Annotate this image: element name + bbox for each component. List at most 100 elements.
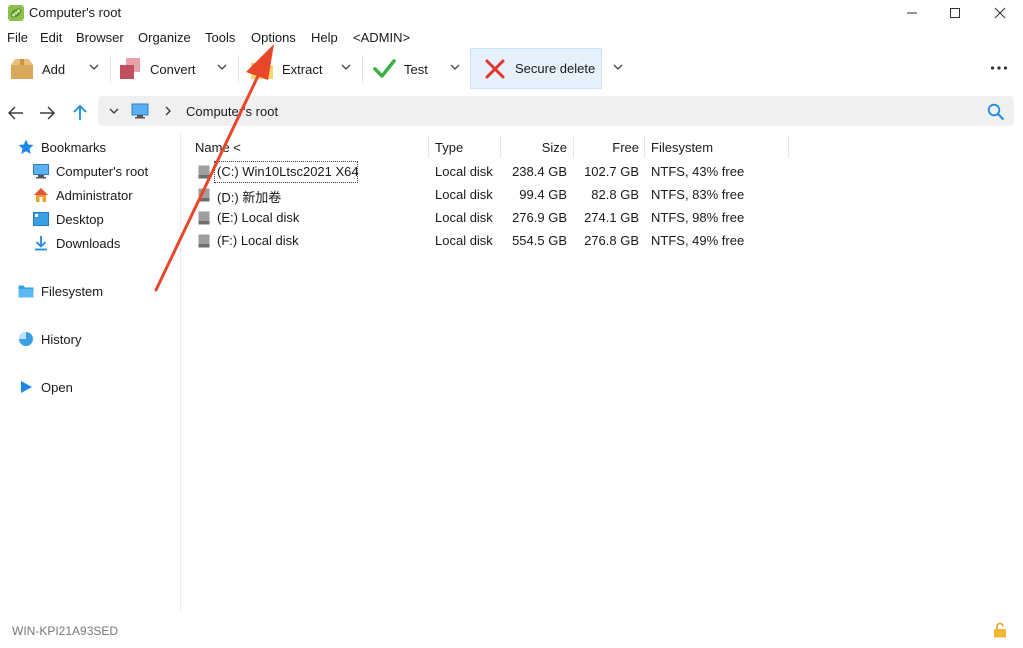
sidebar-label: Bookmarks <box>41 139 107 155</box>
sidebar-bookmarks-header[interactable]: Bookmarks <box>18 137 106 157</box>
extract-folder-icon <box>250 57 274 81</box>
up-arrow-icon <box>73 104 87 120</box>
sidebar-label: Open <box>41 379 73 395</box>
address-row: Computer's root <box>0 95 1023 129</box>
computer-name: WIN-KPI21A93SED <box>12 624 119 638</box>
convert-label: Convert <box>150 61 196 77</box>
row-size: 99.4 GB <box>519 187 567 202</box>
menu-edit[interactable]: Edit <box>40 30 62 45</box>
minimize-button[interactable] <box>889 0 935 26</box>
chevron-down-icon[interactable] <box>214 59 230 75</box>
row-filesystem: NTFS, 98% free <box>651 210 745 225</box>
unlocked-padlock-icon[interactable] <box>993 622 1007 638</box>
test-label: Test <box>404 61 428 77</box>
row-type: Local disk <box>435 164 493 179</box>
back-button[interactable] <box>6 103 26 123</box>
test-button[interactable]: Test <box>372 49 428 89</box>
chevron-down-icon[interactable] <box>86 59 102 75</box>
row-type: Local disk <box>435 233 493 248</box>
home-icon <box>33 187 49 203</box>
row-size: 554.5 GB <box>512 233 567 248</box>
sidebar-item-label: Computer's root <box>56 163 149 179</box>
search-icon[interactable] <box>987 103 1005 121</box>
table-row[interactable]: (D:) 新加卷 Local disk 99.4 GB 82.8 GB NTFS… <box>190 184 790 206</box>
sidebar-item-label: Administrator <box>56 187 133 203</box>
menu-file[interactable]: File <box>7 30 28 45</box>
row-size: 238.4 GB <box>512 164 567 179</box>
chevron-down-icon[interactable] <box>108 105 120 117</box>
chevron-down-icon[interactable] <box>447 59 463 75</box>
more-dots-icon[interactable] <box>990 65 1008 71</box>
chevron-down-icon[interactable] <box>610 59 626 75</box>
sidebar-label: History <box>41 331 82 347</box>
sidebar-item-label: Desktop <box>56 211 104 227</box>
sidebar-item-label: Downloads <box>56 235 121 251</box>
column-size[interactable]: Size <box>500 140 567 162</box>
play-icon <box>18 379 34 395</box>
column-name[interactable]: Name < <box>195 140 241 162</box>
history-icon <box>18 331 34 347</box>
window-title: Computer's root <box>29 5 122 20</box>
menu-options[interactable]: Options <box>251 30 296 45</box>
row-type: Local disk <box>435 187 493 202</box>
maximize-button[interactable] <box>932 0 978 26</box>
sidebar-open-header[interactable]: Open <box>18 377 73 397</box>
extract-button[interactable]: Extract <box>250 49 322 89</box>
column-type[interactable]: Type <box>435 140 463 162</box>
forward-button[interactable] <box>37 103 57 123</box>
row-filesystem: NTFS, 43% free <box>651 164 745 179</box>
row-type: Local disk <box>435 210 493 225</box>
menu-help[interactable]: Help <box>311 30 338 45</box>
convert-button[interactable]: Convert <box>118 49 196 89</box>
sidebar-item-downloads[interactable]: Downloads <box>33 233 120 253</box>
convert-icon <box>118 57 142 81</box>
address-path: Computer's root <box>186 104 279 119</box>
close-button[interactable] <box>977 0 1023 26</box>
sidebar-filesystem-header[interactable]: Filesystem <box>18 281 103 301</box>
row-name: (C:) Win10Ltsc2021 X64 <box>217 164 359 179</box>
column-filesystem[interactable]: Filesystem <box>651 140 713 162</box>
up-button[interactable] <box>70 103 90 123</box>
sidebar-item-administrator[interactable]: Administrator <box>33 185 133 205</box>
forward-arrow-icon <box>40 106 55 120</box>
chevron-down-icon[interactable] <box>338 59 354 75</box>
menu-tools[interactable]: Tools <box>205 30 235 45</box>
drive-icon <box>198 234 210 248</box>
row-name: (E:) Local disk <box>217 210 300 225</box>
sidebar-label: Filesystem <box>41 283 104 299</box>
row-free: 82.8 GB <box>591 187 639 202</box>
row-name: (D:) 新加卷 <box>217 190 282 205</box>
close-icon <box>994 7 1006 19</box>
sidebar-history-header[interactable]: History <box>18 329 81 349</box>
menu-organize[interactable]: Organize <box>138 30 191 45</box>
status-bar: WIN-KPI21A93SED <box>0 618 1023 648</box>
sidebar-item-desktop[interactable]: Desktop <box>33 209 104 229</box>
table-row[interactable]: (E:) Local disk Local disk 276.9 GB 274.… <box>190 207 790 229</box>
column-separator <box>644 136 645 158</box>
address-bar[interactable]: Computer's root <box>98 96 1014 126</box>
secure-delete-button[interactable]: Secure delete <box>470 48 602 89</box>
add-label: Add <box>42 61 66 77</box>
row-filesystem: NTFS, 83% free <box>651 187 745 202</box>
toolbar-divider <box>110 55 111 83</box>
add-button[interactable]: Add <box>10 49 65 89</box>
table-row[interactable]: (F:) Local disk Local disk 554.5 GB 276.… <box>190 230 790 252</box>
toolbar-divider <box>362 55 363 83</box>
monitor-icon <box>131 103 149 119</box>
column-free[interactable]: Free <box>573 140 639 162</box>
folder-icon <box>18 283 34 299</box>
box-icon <box>10 57 34 81</box>
table-row[interactable]: (C:) Win10Ltsc2021 X64 Local disk 238.4 … <box>190 161 790 183</box>
maximize-icon <box>950 8 960 18</box>
back-arrow-icon <box>8 106 23 120</box>
desktop-icon <box>33 211 49 227</box>
menu-admin[interactable]: <ADMIN> <box>353 30 410 45</box>
title-bar: Computer's root <box>0 0 1023 26</box>
row-size: 276.9 GB <box>512 210 567 225</box>
toolbar-divider <box>238 55 239 83</box>
monitor-icon <box>33 163 49 179</box>
menu-browser[interactable]: Browser <box>76 30 124 45</box>
sidebar-item-computers-root[interactable]: Computer's root <box>33 161 148 181</box>
minimize-icon <box>907 12 917 14</box>
red-x-icon <box>483 57 507 81</box>
